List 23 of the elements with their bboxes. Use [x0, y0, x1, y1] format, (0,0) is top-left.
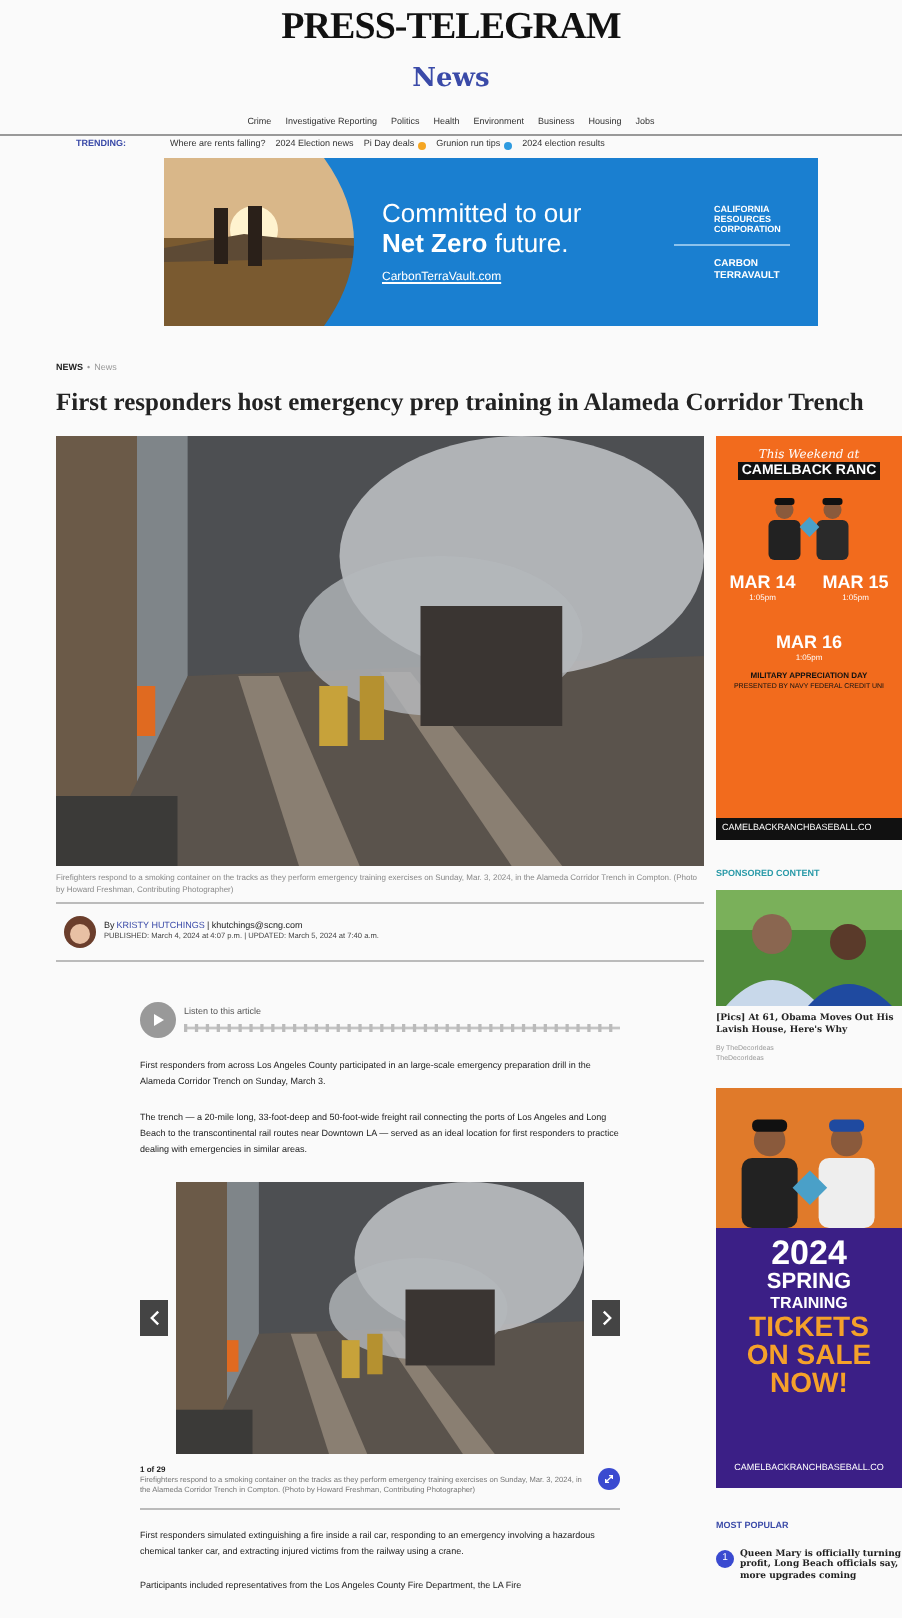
article-headline: First responders host emergency prep training in Alameda Corridor Trench — [56, 387, 866, 418]
ad-year: 2024 — [771, 1236, 847, 1272]
chevron-left-icon — [149, 1309, 159, 1326]
expand-button[interactable] — [598, 1467, 620, 1490]
next-button[interactable] — [592, 1299, 620, 1336]
section-title: News — [412, 64, 490, 96]
play-icon — [152, 1013, 164, 1026]
author-avatar — [64, 915, 96, 948]
ad-line: NOW! — [770, 1368, 848, 1396]
expand-icon — [604, 1473, 614, 1484]
previous-button[interactable] — [140, 1299, 168, 1336]
ad-headline: Committed to our — [382, 197, 582, 227]
game-date: MAR 15 — [822, 571, 889, 592]
ad-line: TRAINING — [770, 1294, 848, 1312]
game-date: MAR 16 — [775, 631, 842, 652]
chevron-right-icon — [601, 1309, 611, 1326]
play-button[interactable] — [140, 1001, 176, 1038]
ad-line: ON SALE — [746, 1340, 872, 1368]
ad-line: TICKETS — [749, 1312, 869, 1340]
ad-line: SPRING — [766, 1272, 852, 1294]
site-logo: PRESS-TELEGRAM — [281, 8, 621, 48]
game-date: MAR 14 — [729, 571, 796, 592]
ad-headline: Net Zero future. — [382, 227, 571, 257]
